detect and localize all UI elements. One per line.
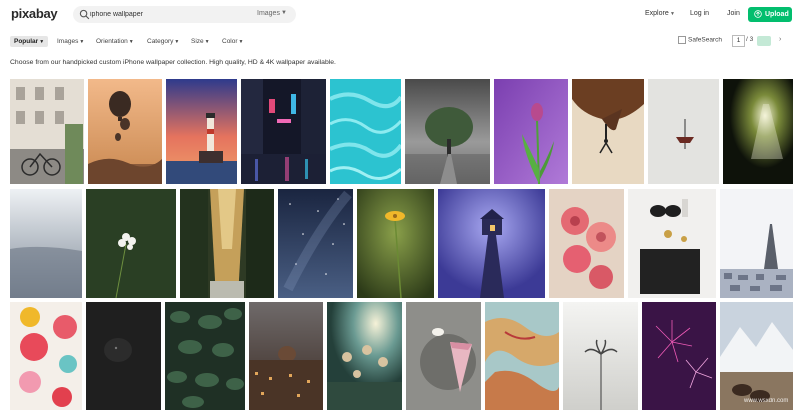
page-total: / 3 xyxy=(746,36,754,43)
photo-cake-slice[interactable] xyxy=(406,302,481,410)
filter-images[interactable]: Images▼ xyxy=(57,36,84,47)
search-bar[interactable]: Images ▼ xyxy=(73,6,296,23)
photo-mountain-boots-image xyxy=(720,302,793,410)
filter-category[interactable]: Category▼ xyxy=(147,36,179,47)
photo-tree-road[interactable] xyxy=(405,79,490,184)
chevron-down-icon: ▼ xyxy=(39,39,45,45)
photo-roses[interactable] xyxy=(549,189,624,298)
photo-hot-air-balloons[interactable] xyxy=(88,79,162,184)
chevron-right-icon[interactable]: › xyxy=(779,36,781,43)
search-input[interactable] xyxy=(90,8,230,21)
chevron-down-icon: ▼ xyxy=(128,39,134,45)
photo-cave-light-image xyxy=(723,79,793,184)
filter-popular-label: Popular xyxy=(14,38,39,45)
filter-color-label: Color xyxy=(222,38,238,45)
chevron-down-icon: ▼ xyxy=(204,39,210,45)
filter-size[interactable]: Size▼ xyxy=(191,36,210,47)
photo-paper-flowers[interactable] xyxy=(10,302,82,410)
photo-leaves-image xyxy=(165,302,245,410)
photo-flower-field-sunlight-image xyxy=(327,302,402,410)
photo-lighthouse-sunset[interactable] xyxy=(166,79,237,184)
photo-florence-city[interactable] xyxy=(249,302,323,410)
photo-flatlay-accessories[interactable] xyxy=(628,189,716,298)
photo-building-bicycle-image xyxy=(10,79,84,184)
photo-paris-eiffel-image xyxy=(720,189,793,298)
filter-category-label: Category xyxy=(147,38,174,45)
photo-fireworks-image xyxy=(642,302,716,410)
photo-forest-path[interactable] xyxy=(180,189,274,298)
safesearch-label: SafeSearch xyxy=(688,36,722,44)
photo-tulip[interactable] xyxy=(494,79,568,184)
next-page-button[interactable] xyxy=(757,36,771,46)
photo-starry-sky-image xyxy=(278,189,353,298)
checkbox-icon[interactable] xyxy=(678,36,686,44)
photo-misty-sea-image xyxy=(10,189,82,298)
page-number-input[interactable]: 1 xyxy=(732,35,745,47)
photo-cake-slice-image xyxy=(406,302,481,410)
photo-white-flower-image xyxy=(86,189,176,298)
photo-mountain-boots[interactable] xyxy=(720,302,793,410)
photo-world-map-image xyxy=(485,302,559,410)
photo-forest-path-image xyxy=(180,189,274,298)
upload-button[interactable]: Upload xyxy=(748,7,792,22)
photo-fireworks[interactable] xyxy=(642,302,716,410)
photo-paris-eiffel[interactable] xyxy=(720,189,793,298)
watermark: www.wsxdn.com xyxy=(744,398,789,404)
photo-lighthouse-sunset-image xyxy=(166,79,237,184)
photo-leaves[interactable] xyxy=(165,302,245,410)
photo-flatlay-accessories-image xyxy=(628,189,716,298)
photo-tulip-image xyxy=(494,79,568,184)
photo-dark-dog-image xyxy=(86,302,161,410)
search-icon xyxy=(79,9,90,20)
photo-yellow-flower[interactable] xyxy=(357,189,434,298)
photo-yellow-flower-image xyxy=(357,189,434,298)
chevron-down-icon: ▼ xyxy=(238,39,244,45)
photo-turquoise-water-image xyxy=(330,79,401,184)
photo-roses-image xyxy=(549,189,624,298)
photo-tree-road-image xyxy=(405,79,490,184)
photo-paper-flowers-image xyxy=(10,302,82,410)
login-link[interactable]: Log in xyxy=(690,10,709,17)
photo-house-pier[interactable] xyxy=(438,189,545,298)
photo-rock-climber[interactable] xyxy=(572,79,644,184)
photo-city-night-neon[interactable] xyxy=(241,79,326,184)
photo-flower-field-sunlight[interactable] xyxy=(327,302,402,410)
photo-misty-sea[interactable] xyxy=(10,189,82,298)
photo-rock-climber-image xyxy=(572,79,644,184)
join-link[interactable]: Join xyxy=(727,10,740,17)
pixabay-logo[interactable]: pixabay xyxy=(11,6,58,21)
photo-boat-minimal-image xyxy=(648,79,719,184)
chevron-down-icon: ▼ xyxy=(174,39,180,45)
photo-boat-minimal[interactable] xyxy=(648,79,719,184)
filter-color[interactable]: Color▼ xyxy=(222,36,244,47)
photo-building-bicycle[interactable] xyxy=(10,79,84,184)
top-bar: pixabay Images ▼ Explore ▼ Log in Join U… xyxy=(0,0,800,30)
filter-popular[interactable]: Popular▼ xyxy=(10,36,49,47)
filter-orientation-label: Orientation xyxy=(96,38,128,45)
chevron-down-icon[interactable]: ▼ xyxy=(670,11,675,17)
safesearch-toggle[interactable]: SafeSearch xyxy=(678,36,722,44)
chevron-down-icon: ▼ xyxy=(79,39,85,45)
photo-dark-dog[interactable] xyxy=(86,302,161,410)
upload-icon xyxy=(754,10,762,18)
photo-house-pier-image xyxy=(438,189,545,298)
photo-palm-tree-image xyxy=(563,302,638,410)
filter-images-label: Images xyxy=(57,38,79,45)
photo-palm-tree[interactable] xyxy=(563,302,638,410)
filter-orientation[interactable]: Orientation▼ xyxy=(96,36,134,47)
photo-world-map[interactable] xyxy=(485,302,559,410)
upload-label: Upload xyxy=(765,11,789,18)
search-type-dropdown[interactable]: Images xyxy=(257,10,280,17)
photo-florence-city-image xyxy=(249,302,323,410)
collection-description: Choose from our handpicked custom iPhone… xyxy=(10,59,336,66)
chevron-down-icon[interactable]: ▼ xyxy=(281,10,287,16)
photo-hot-air-balloons-image xyxy=(88,79,162,184)
filter-size-label: Size xyxy=(191,38,204,45)
photo-white-flower[interactable] xyxy=(86,189,176,298)
photo-turquoise-water[interactable] xyxy=(330,79,401,184)
explore-menu[interactable]: Explore xyxy=(645,10,669,17)
photo-cave-light[interactable] xyxy=(723,79,793,184)
photo-city-night-neon-image xyxy=(241,79,326,184)
photo-starry-sky[interactable] xyxy=(278,189,353,298)
